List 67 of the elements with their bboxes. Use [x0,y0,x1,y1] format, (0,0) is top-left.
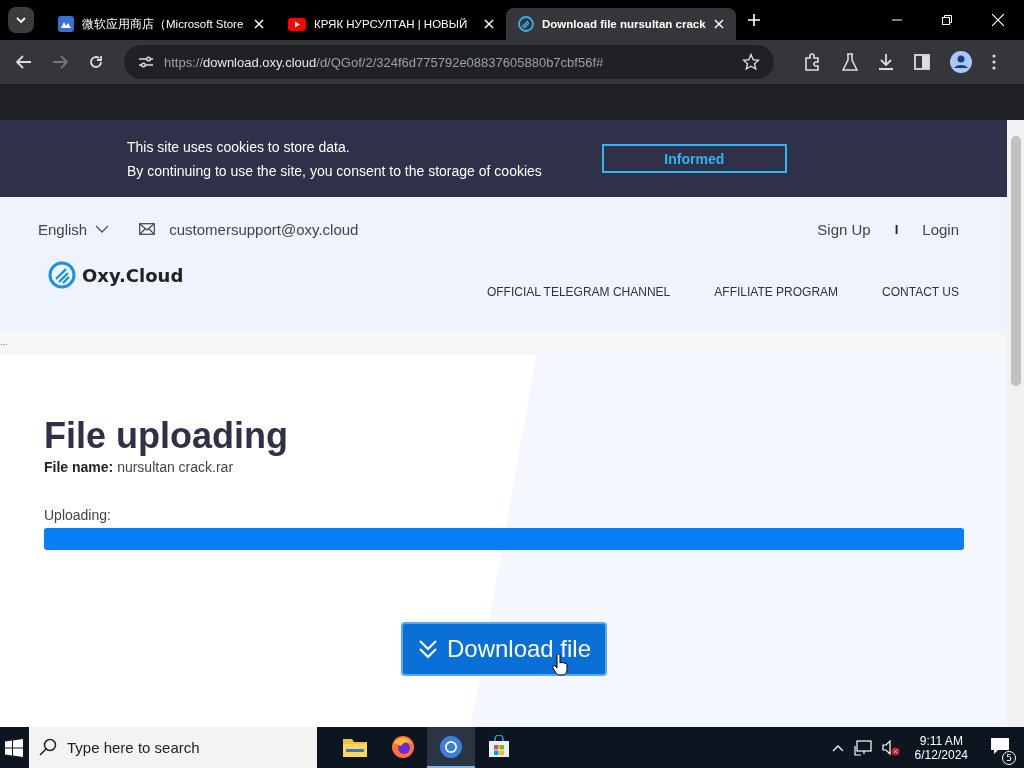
windows-start-icon[interactable] [5,738,23,757]
tab-search-button[interactable] [8,7,34,33]
close-icon[interactable] [992,14,1004,26]
tab-title: Download file nursultan crack [542,18,706,30]
chevron-up-icon[interactable] [831,743,844,752]
browser-tab[interactable]: КРЯК НУРСУЛТАН | НОВЫЙ [276,8,506,40]
notifications-icon[interactable] [990,736,1010,755]
chevron-down-icon [15,16,27,24]
double-chevron-down-icon [416,638,439,660]
ellipsis-text: ... [0,338,8,347]
taskbar-app[interactable] [427,727,475,768]
store-icon [58,16,74,32]
network-icon[interactable] [853,739,872,756]
close-icon[interactable] [484,19,494,29]
restore-icon[interactable] [942,15,952,25]
close-icon[interactable] [254,19,264,29]
menu-icon[interactable] [992,54,996,70]
new-tab-icon[interactable] [748,14,760,26]
informed-button[interactable]: Informed [601,144,787,173]
cookie-text: This site uses cookies to store data. [127,138,351,155]
download-icon[interactable] [878,53,894,71]
play-icon [288,17,306,31]
language-select[interactable]: English [38,220,110,238]
forward-icon[interactable] [52,55,68,69]
url-text: https://download.oxy.cloud/d/QGof/2/324f6d775792e08837605880b7cbf56f# [164,54,604,70]
page-title: File uploading [44,415,289,457]
file-name-text: File name: nursultan crack.rar [44,459,235,475]
separator: I [894,221,899,237]
flask-icon[interactable] [842,53,858,71]
puzzle-icon[interactable] [804,53,822,71]
folder-icon [343,736,367,757]
tab-title: КРЯК НУРСУЛТАН | НОВЫЙ [314,18,469,30]
nav-link[interactable]: CONTACT US [882,285,959,299]
reload-icon[interactable] [88,54,104,70]
fox-globe-icon [391,734,415,759]
sign-up-link[interactable]: Sign Up [817,220,871,238]
taskbar-search-field[interactable]: Type here to search [29,727,317,768]
muted-speaker-icon[interactable] [881,739,900,756]
site-settings-icon[interactable] [138,55,154,69]
swirl-icon [518,16,534,32]
login-link[interactable]: Login [922,220,959,238]
envelope-icon [139,223,156,235]
logo-text: Oxy.Cloud [82,264,184,286]
nav-link[interactable]: OFFICIAL TELEGRAM CHANNEL [486,285,671,299]
close-icon[interactable] [714,19,724,29]
browser-tab[interactable]: Download file nursultan crack [506,8,736,40]
download-button[interactable]: Download file [400,622,608,676]
progress-label: Uploading: [44,507,112,523]
browser-icon [439,734,463,759]
logo-icon [48,261,76,289]
address-bar[interactable]: https://download.oxy.cloud/d/QGof/2/324f6d775792e08837605880b7cbf56f# [124,45,774,79]
scrollbar-thumb[interactable] [1010,136,1021,386]
scrollbar[interactable] [1007,120,1024,727]
back-icon[interactable] [16,55,32,69]
shopping-bag-icon [487,734,511,759]
cookie-text: By continuing to use the site, you consent to the storage of cookies [127,162,542,179]
tab-title: 微软应用商店（Microsoft Store [82,16,245,32]
side-panel-icon[interactable] [914,54,930,70]
email-link[interactable]: customersupport@oxy.cloud [169,220,359,238]
browser-tab[interactable]: 微软应用商店（Microsoft Store [46,8,276,40]
nav-link[interactable]: AFFILIATE PROGRAM [714,285,839,299]
star-icon[interactable] [742,53,760,71]
profile-icon[interactable] [950,51,972,73]
clock-time[interactable]: 9:11 AM [919,733,963,748]
chevron-down-icon [95,225,110,233]
clock-date[interactable]: 6/12/2024 [914,747,968,762]
notification-count: 5 [1002,750,1016,765]
